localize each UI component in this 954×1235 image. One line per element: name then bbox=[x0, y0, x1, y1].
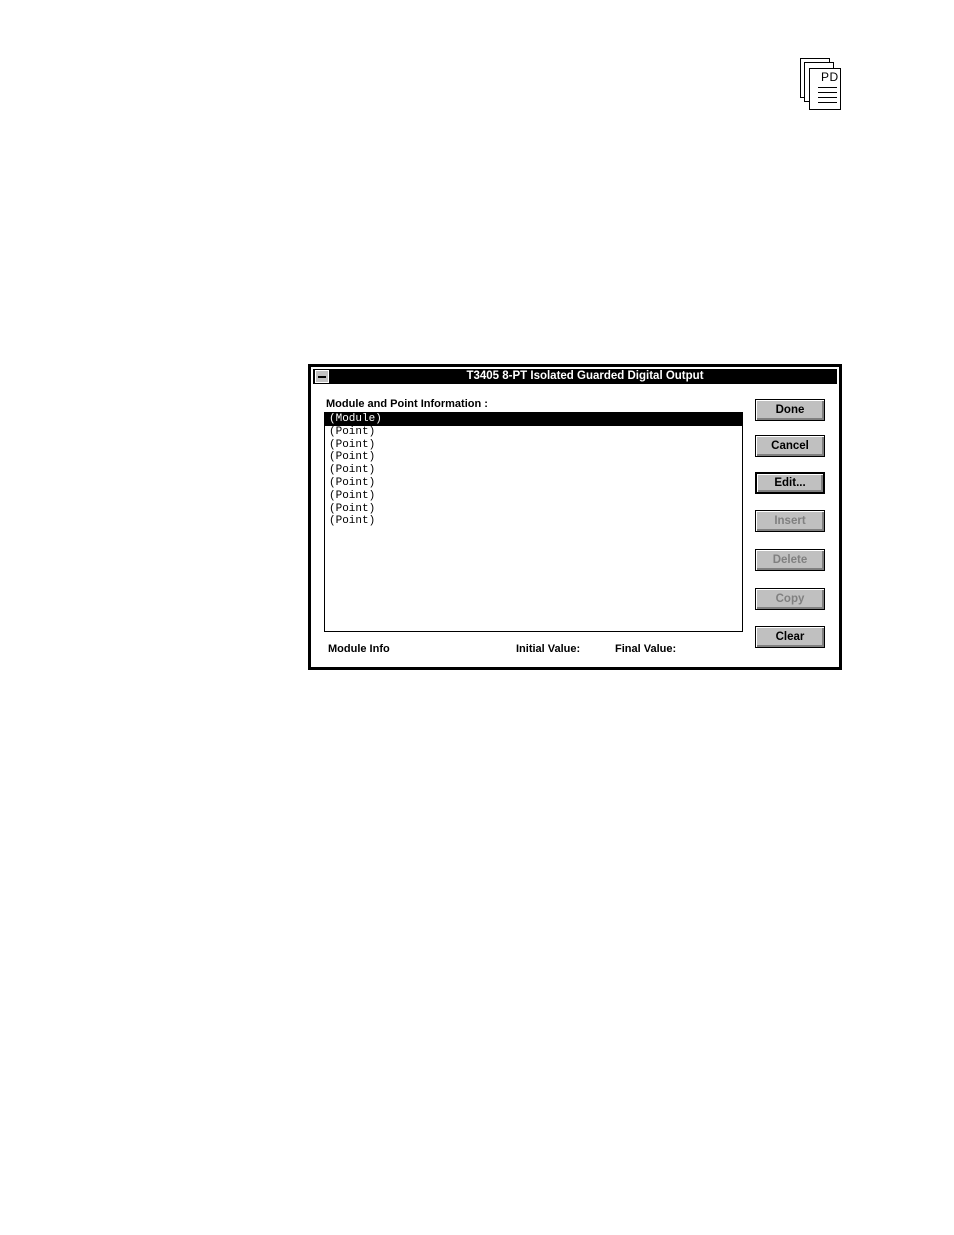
list-item[interactable]: (Point) bbox=[325, 477, 742, 490]
list-item[interactable]: (Point) bbox=[325, 426, 742, 439]
insert-button[interactable]: Insert bbox=[755, 510, 825, 532]
list-label: Module and Point Information : bbox=[326, 398, 488, 410]
list-item[interactable]: (Point) bbox=[325, 439, 742, 452]
delete-button[interactable]: Delete bbox=[755, 549, 825, 571]
clear-button[interactable]: Clear bbox=[755, 626, 825, 648]
pd-document-icon: PD bbox=[800, 58, 842, 110]
title-bar[interactable]: T3405 8-PT Isolated Guarded Digital Outp… bbox=[313, 369, 837, 384]
module-point-listbox[interactable]: (Module) (Point) (Point) (Point) (Point)… bbox=[324, 412, 743, 632]
list-item[interactable]: (Module) bbox=[325, 413, 742, 426]
cancel-button[interactable]: Cancel bbox=[755, 435, 825, 457]
system-menu-icon[interactable] bbox=[315, 370, 329, 383]
module-dialog: T3405 8-PT Isolated Guarded Digital Outp… bbox=[308, 364, 842, 670]
list-item[interactable]: (Point) bbox=[325, 464, 742, 477]
final-value-label: Final Value: bbox=[615, 643, 677, 655]
list-item[interactable]: (Point) bbox=[325, 451, 742, 464]
pd-icon-label: PD bbox=[821, 70, 839, 84]
initial-value-label: Initial Value: bbox=[516, 643, 581, 655]
dialog-title: T3405 8-PT Isolated Guarded Digital Outp… bbox=[466, 370, 704, 382]
list-item[interactable]: (Point) bbox=[325, 503, 742, 516]
module-info-label: Module Info bbox=[328, 643, 390, 655]
edit-button[interactable]: Edit... bbox=[755, 472, 825, 494]
done-button[interactable]: Done bbox=[755, 399, 825, 421]
list-item[interactable]: (Point) bbox=[325, 515, 742, 528]
list-item[interactable]: (Point) bbox=[325, 490, 742, 503]
copy-button[interactable]: Copy bbox=[755, 588, 825, 610]
